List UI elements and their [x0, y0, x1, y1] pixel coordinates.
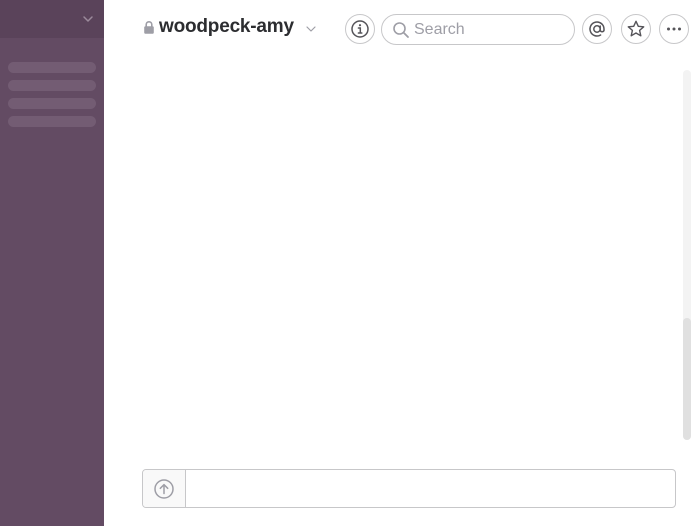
app-window: woodpeck-amy	[0, 0, 698, 526]
message-composer	[142, 469, 676, 508]
file-upload-button[interactable]	[143, 470, 186, 507]
sidebar-loading-placeholder	[8, 98, 96, 109]
star-button[interactable]	[621, 14, 651, 44]
chevron-down-icon[interactable]	[81, 12, 95, 26]
sidebar-loading-placeholder	[8, 80, 96, 91]
lock-icon	[144, 21, 154, 34]
info-icon	[351, 20, 369, 38]
upload-arrow-icon	[154, 478, 174, 499]
sidebar	[0, 0, 104, 526]
search-input[interactable]	[414, 19, 564, 41]
star-icon	[627, 20, 645, 37]
more-horizontal-icon	[667, 27, 681, 31]
at-sign-icon	[589, 21, 605, 37]
search-icon	[393, 22, 409, 38]
more-actions-button[interactable]	[659, 14, 689, 44]
channel-info-button[interactable]	[345, 14, 375, 44]
channel-title[interactable]: woodpeck-amy	[159, 14, 294, 40]
team-menu[interactable]	[0, 0, 104, 38]
scrollbar-thumb[interactable]	[683, 318, 691, 440]
chevron-down-icon[interactable]	[305, 24, 317, 34]
message-pane	[104, 56, 698, 456]
mentions-button[interactable]	[582, 14, 612, 44]
sidebar-loading-placeholder	[8, 62, 96, 73]
sidebar-loading-placeholder	[8, 116, 96, 127]
message-input[interactable]	[187, 470, 675, 507]
search-box[interactable]	[381, 14, 575, 45]
